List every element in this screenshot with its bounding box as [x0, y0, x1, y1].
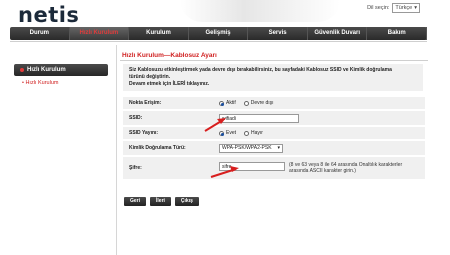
ssid-label: SSID: [129, 115, 143, 121]
tab-durum[interactable]: Durum [10, 27, 70, 40]
ssid-input[interactable]: wifiadi [219, 113, 299, 123]
tab-kurulum[interactable]: Kurulum [129, 27, 189, 40]
password-label: Şifre: [129, 165, 142, 171]
ssid-broadcast-label: SSID Yayını: [129, 130, 159, 136]
password-hint-line: arasında ASCII karakter girin.) [289, 168, 356, 174]
exit-button[interactable]: Çıkış [174, 197, 199, 206]
access-point-on-radio[interactable] [219, 100, 224, 106]
bullet-icon [20, 68, 24, 72]
tab-servis[interactable]: Servis [248, 27, 308, 40]
access-point-row: Nokta Erişim: Aktif Devre dışı [123, 97, 425, 109]
netis-logo: netis [18, 3, 80, 27]
language-label: Dil seçin: [367, 5, 390, 11]
access-point-off-label: Devre dışı [250, 100, 274, 106]
back-button[interactable]: Geri [124, 197, 147, 206]
header-decoration [180, 0, 340, 22]
tab-hizli-kurulum[interactable]: Hızlı Kurulum [69, 27, 130, 40]
sidebar-divider [116, 45, 117, 255]
next-button[interactable]: İleri [150, 197, 171, 206]
access-point-on-label: Aktif [226, 100, 236, 106]
access-point-label: Nokta Erişim: [129, 100, 162, 106]
password-hint-line: (8 ve 63 veya 8 ile 64 arasında Onaltılı… [289, 161, 403, 168]
language-selector: Dil seçin: Türkçe ▾ [367, 3, 420, 13]
chevron-down-icon: ▾ [277, 145, 280, 151]
title-divider [120, 60, 428, 61]
broadcast-no-label: Hayır [251, 130, 263, 136]
sidebar-item-hizli-kurulum[interactable]: • Hızlı Kurulum [14, 80, 108, 86]
chevron-down-icon: ▾ [414, 5, 417, 11]
tab-bakim[interactable]: Bakım [367, 27, 428, 40]
intro-line: Devam etmek için İLERİ tıklayınız. [129, 81, 210, 87]
access-point-off-radio[interactable] [243, 100, 249, 106]
auth-type-value: WPA-PSK/WPA2-PSK [222, 145, 272, 151]
auth-type-row: Kimlik Doğrulama Türü: WPA-PSK/WPA2-PSK … [123, 141, 425, 155]
intro-line: türünü değiştirin. [129, 74, 171, 80]
language-select[interactable]: Türkçe ▾ [392, 3, 420, 13]
tab-gelismis[interactable]: Gelişmiş [189, 27, 249, 40]
auth-type-label: Kimlik Doğrulama Türü: [129, 145, 186, 151]
password-hint: (8 ve 63 veya 8 ile 64 arasında Onaltılı… [289, 162, 402, 175]
auth-type-select[interactable]: WPA-PSK/WPA2-PSK ▾ [219, 143, 283, 153]
broadcast-yes-label: Evet [226, 130, 237, 136]
sidebar: Hızlı Kurulum • Hızlı Kurulum [14, 64, 108, 86]
ssid-broadcast-row: SSID Yayını: Evet Hayır [123, 127, 425, 139]
language-selected-value: Türkçe [395, 5, 413, 11]
ssid-row: SSID: wifiadi [123, 111, 425, 125]
password-row: Şifre: sifre (8 ve 63 veya 8 ile 64 aras… [123, 157, 425, 179]
sidebar-header-label: Hızlı Kurulum [27, 67, 66, 73]
intro-text: Siz Kablosuzu etkinleştirmek yada devre … [123, 64, 423, 91]
broadcast-no-radio[interactable] [244, 130, 250, 136]
broadcast-yes-radio[interactable] [219, 130, 224, 136]
wireless-form: Nokta Erişim: Aktif Devre dışı SSID: wif… [123, 97, 425, 181]
button-bar: Geri İleri Çıkış [124, 197, 199, 206]
main-nav: Durum Hızlı Kurulum Kurulum Gelişmiş Ser… [10, 27, 428, 40]
tab-guvenlik-duvari[interactable]: Güvenlik Duvarı [308, 27, 368, 40]
divider [10, 41, 427, 42]
page-title: Hızlı Kurulum—Kablosuz Ayarı [122, 52, 217, 59]
sidebar-header[interactable]: Hızlı Kurulum [14, 64, 108, 76]
password-input[interactable]: sifre [219, 161, 285, 171]
intro-line: Siz Kablosuzu etkinleştirmek yada devre … [129, 67, 392, 73]
